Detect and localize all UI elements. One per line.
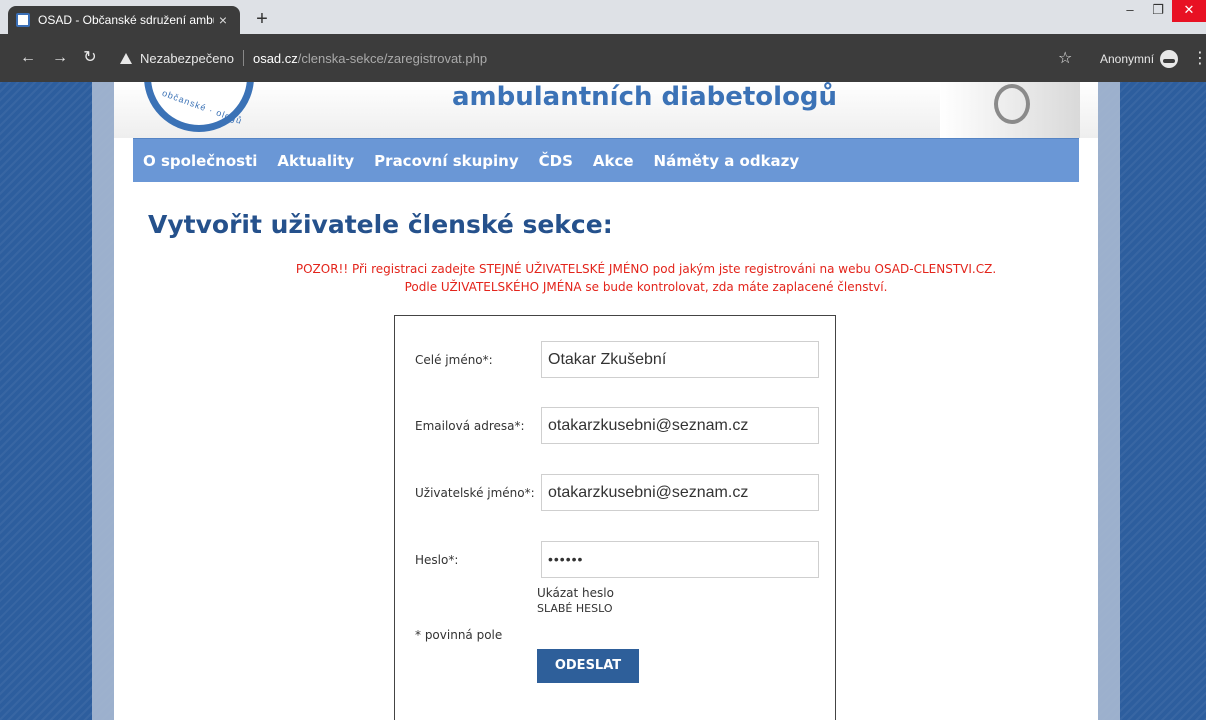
nav-item-pracovni-skupiny[interactable]: Pracovní skupiny <box>374 152 518 170</box>
stethoscope-icon <box>994 84 1030 124</box>
email-label: Emailová adresa*: <box>415 419 525 433</box>
site-favicon-icon <box>16 13 30 27</box>
incognito-icon <box>1160 50 1179 68</box>
password-strength: SLABÉ HESLO <box>537 602 613 615</box>
nav-item-cds[interactable]: ČDS <box>539 152 573 170</box>
show-password-link[interactable]: Ukázat heslo <box>537 586 614 600</box>
site-name: ambulantních diabetologů <box>452 82 838 112</box>
username-label: Uživatelské jméno*: <box>415 486 535 500</box>
registration-warning: POZOR!! Při registraci zadejte STEJNÉ UŽ… <box>114 260 1098 296</box>
submit-button[interactable]: ODESLAT <box>537 649 639 683</box>
page-content: občanské · ologů ambulantních diabetolog… <box>114 82 1098 720</box>
username-input[interactable]: otakarzkusebni@seznam.cz <box>541 474 819 511</box>
page-background: občanské · ologů ambulantních diabetolog… <box>0 82 1206 720</box>
site-header: občanské · ologů ambulantních diabetolog… <box>114 82 1098 138</box>
profile-label: Anonymní <box>1100 52 1155 66</box>
tab-title: OSAD - Občanské sdružení ambu <box>38 13 214 27</box>
full-name-input[interactable]: Otakar Zkušební <box>541 341 819 378</box>
reload-icon[interactable]: ↻ <box>80 48 100 68</box>
nav-item-aktuality[interactable]: Aktuality <box>277 152 354 170</box>
window-controls: – ❐ ✕ <box>1116 0 1206 24</box>
warning-line-2: Podle UŽIVATELSKÉHO JMÉNA se bude kontro… <box>404 280 888 294</box>
warning-line-1: POZOR!! Při registraci zadejte STEJNÉ UŽ… <box>295 262 997 276</box>
nav-item-namety-a-odkazy[interactable]: Náměty a odkazy <box>654 152 800 170</box>
profile-button[interactable]: Anonymní <box>1100 50 1179 68</box>
browser-toolbar: ← → ↻ Nezabezpečeno osad.cz /clenska-sek… <box>0 34 1206 82</box>
browser-tab-bar: OSAD - Občanské sdružení ambu × + – ❐ ✕ <box>0 0 1206 34</box>
email-input[interactable]: otakarzkusebni@seznam.cz <box>541 407 819 444</box>
bookmark-star-icon[interactable]: ☆ <box>1058 48 1072 68</box>
registration-form: Celé jméno*: Otakar Zkušební Emailová ad… <box>394 315 836 720</box>
side-panel-left <box>92 82 114 720</box>
username-row: Uživatelské jméno*: otakarzkusebni@sezna… <box>415 474 819 514</box>
address-path: /clenska-sekce/zaregistrovat.php <box>297 50 488 66</box>
email-row: Emailová adresa*: otakarzkusebni@seznam.… <box>415 407 819 447</box>
address-host: osad.cz <box>252 50 298 66</box>
password-input[interactable]: •••••• <box>541 541 819 578</box>
address-bar[interactable]: Nezabezpečeno osad.cz /clenska-sekce/zar… <box>120 50 487 66</box>
password-label: Heslo*: <box>415 553 459 567</box>
page-title: Vytvořit uživatele členské sekce: <box>148 210 613 239</box>
required-fields-note: * povinná pole <box>415 628 503 642</box>
password-row: Heslo*: •••••• <box>415 541 819 581</box>
side-panel-right <box>1098 82 1120 720</box>
new-tab-button[interactable]: + <box>250 8 274 32</box>
address-divider <box>242 50 244 66</box>
forward-arrow-icon[interactable]: → <box>50 48 70 68</box>
tab-close-icon[interactable]: × <box>214 12 232 28</box>
minimize-button[interactable]: – <box>1116 0 1144 22</box>
back-arrow-icon[interactable]: ← <box>18 48 38 68</box>
nav-item-o-spolecnosti[interactable]: O společnosti <box>143 152 257 170</box>
full-name-row: Celé jméno*: Otakar Zkušební <box>415 341 819 381</box>
main-navigation: O společnosti Aktuality Pracovní skupiny… <box>133 138 1079 182</box>
full-name-label: Celé jméno*: <box>415 353 493 367</box>
close-window-button[interactable]: ✕ <box>1172 0 1206 22</box>
nav-item-akce[interactable]: Akce <box>593 152 634 170</box>
browser-tab[interactable]: OSAD - Občanské sdružení ambu × <box>8 6 240 34</box>
menu-dots-icon[interactable]: ⋮ <box>1192 48 1206 68</box>
warning-icon <box>120 52 132 64</box>
restore-button[interactable]: ❐ <box>1144 0 1172 22</box>
not-secure-label: Nezabezpečeno <box>140 50 234 66</box>
